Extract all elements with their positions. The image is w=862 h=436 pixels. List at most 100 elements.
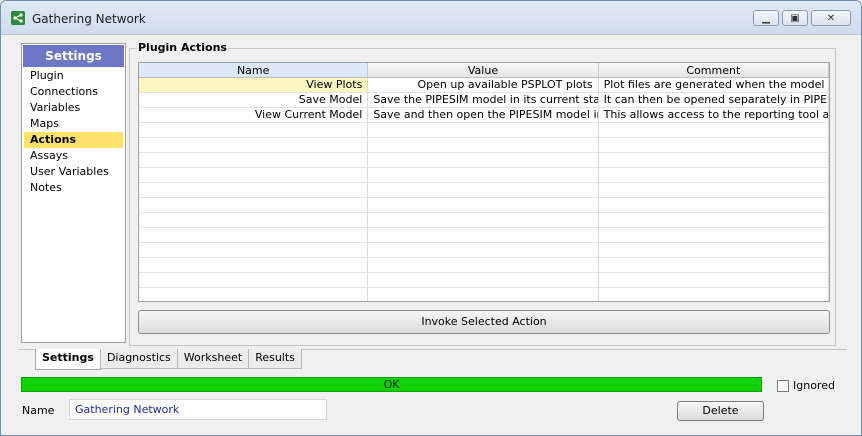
- row-name-cell[interactable]: View Current Model: [139, 108, 369, 122]
- name-label: Name: [22, 404, 55, 417]
- sidebar-item-maps[interactable]: Maps: [24, 116, 123, 132]
- ignored-label: Ignored: [793, 379, 835, 392]
- empty-table-row: [139, 228, 829, 243]
- row-value-cell[interactable]: Save the PIPESIM model in its current st…: [368, 93, 599, 107]
- empty-cell: [599, 198, 829, 212]
- ignored-checkbox-group[interactable]: Ignored: [777, 379, 835, 392]
- empty-table-row: [139, 183, 829, 198]
- empty-cell: [599, 228, 829, 242]
- sidebar-item-connections[interactable]: Connections: [24, 84, 123, 100]
- tab-worksheet[interactable]: Worksheet: [176, 349, 250, 369]
- sidebar-item-plugin[interactable]: Plugin: [24, 68, 123, 84]
- row-comment-cell[interactable]: This allows access to the reporting tool…: [599, 108, 829, 122]
- sidebar-item-variables[interactable]: Variables: [24, 100, 123, 116]
- ignored-checkbox[interactable]: [777, 379, 789, 392]
- table-row[interactable]: View Current Model Save and then open th…: [139, 108, 829, 123]
- empty-cell: [368, 288, 599, 301]
- sidebar-item-user-variables[interactable]: User Variables: [24, 164, 123, 180]
- row-name-cell[interactable]: Save Model: [139, 93, 369, 107]
- empty-cell: [368, 183, 599, 197]
- row-value-cell[interactable]: Open up available PSPLOT plots: [368, 78, 599, 92]
- empty-table-row: [139, 198, 829, 213]
- empty-cell: [139, 213, 369, 227]
- row-value-cell[interactable]: Save and then open the PIPESIM model in: [368, 108, 599, 122]
- close-button[interactable]: ✕: [811, 10, 851, 26]
- empty-table-row: [139, 243, 829, 258]
- minimize-button[interactable]: ▁: [753, 10, 779, 26]
- empty-cell: [368, 213, 599, 227]
- minimize-icon: ▁: [762, 12, 770, 24]
- row-name-cell[interactable]: View Plots: [139, 78, 369, 92]
- empty-cell: [139, 198, 369, 212]
- plugin-actions-group: Plugin Actions Name Value Comment View P…: [129, 41, 836, 346]
- empty-table-row: [139, 138, 829, 153]
- maximize-button[interactable]: ▣: [782, 10, 808, 26]
- tab-results[interactable]: Results: [248, 349, 302, 369]
- empty-cell: [599, 273, 829, 287]
- column-header-value[interactable]: Value: [368, 63, 599, 77]
- invoke-selected-action-button[interactable]: Invoke Selected Action: [138, 310, 830, 334]
- status-bar: OK: [21, 377, 762, 392]
- grid-header: Name Value Comment: [139, 63, 829, 78]
- table-row[interactable]: Save Model Save the PIPESIM model in its…: [139, 93, 829, 108]
- empty-cell: [139, 123, 369, 137]
- bottom-tabs: Settings Diagnostics Worksheet Results: [35, 349, 302, 370]
- empty-cell: [599, 168, 829, 182]
- row-comment-cell[interactable]: Plot files are generated when the model …: [599, 78, 829, 92]
- network-share-icon: [11, 11, 25, 25]
- empty-cell: [368, 138, 599, 152]
- column-header-comment[interactable]: Comment: [599, 63, 829, 77]
- grid-body: View Plots Open up available PSPLOT plot…: [139, 78, 829, 301]
- empty-cell: [368, 273, 599, 287]
- empty-cell: [139, 228, 369, 242]
- restore-icon: ▣: [790, 12, 800, 24]
- empty-cell: [368, 123, 599, 137]
- empty-table-row: [139, 153, 829, 168]
- empty-cell: [139, 183, 369, 197]
- window-controls: ▁ ▣ ✕: [750, 10, 851, 26]
- empty-cell: [368, 228, 599, 242]
- empty-cell: [139, 273, 369, 287]
- empty-cell: [139, 258, 369, 272]
- empty-cell: [599, 288, 829, 301]
- column-header-name[interactable]: Name: [139, 63, 369, 77]
- empty-table-row: [139, 123, 829, 138]
- title-bar[interactable]: Gathering Network ▁ ▣ ✕: [1, 1, 861, 35]
- settings-sidebar: Settings Plugin Connections Variables Ma…: [21, 43, 126, 343]
- plugin-actions-label: Plugin Actions: [137, 41, 228, 54]
- empty-cell: [139, 168, 369, 182]
- empty-cell: [139, 243, 369, 257]
- empty-cell: [599, 153, 829, 167]
- empty-cell: [368, 153, 599, 167]
- table-row[interactable]: View Plots Open up available PSPLOT plot…: [139, 78, 829, 93]
- main-window: Gathering Network ▁ ▣ ✕ Settings Plugin …: [0, 0, 862, 436]
- empty-cell: [368, 258, 599, 272]
- empty-cell: [599, 138, 829, 152]
- window-title: Gathering Network: [32, 12, 146, 26]
- empty-cell: [368, 243, 599, 257]
- sidebar-item-assays[interactable]: Assays: [24, 148, 123, 164]
- empty-cell: [599, 123, 829, 137]
- empty-table-row: [139, 258, 829, 273]
- actions-grid: Name Value Comment View Plots Open up av…: [138, 62, 830, 302]
- empty-table-row: [139, 273, 829, 288]
- tab-settings[interactable]: Settings: [35, 349, 101, 370]
- row-comment-cell[interactable]: It can then be opened separately in PIPE…: [599, 93, 829, 107]
- tab-diagnostics[interactable]: Diagnostics: [99, 349, 178, 369]
- empty-cell: [139, 288, 369, 301]
- empty-cell: [368, 168, 599, 182]
- sidebar-item-actions[interactable]: Actions: [24, 132, 123, 148]
- empty-cell: [599, 243, 829, 257]
- empty-table-row: [139, 288, 829, 301]
- empty-cell: [139, 153, 369, 167]
- sidebar-header: Settings: [23, 45, 124, 67]
- empty-table-row: [139, 168, 829, 183]
- empty-table-row: [139, 213, 829, 228]
- empty-cell: [139, 138, 369, 152]
- close-icon: ✕: [826, 12, 836, 24]
- delete-button[interactable]: Delete: [677, 401, 764, 421]
- empty-cell: [368, 198, 599, 212]
- name-input[interactable]: [69, 399, 327, 420]
- sidebar-item-notes[interactable]: Notes: [24, 180, 123, 196]
- empty-cell: [599, 213, 829, 227]
